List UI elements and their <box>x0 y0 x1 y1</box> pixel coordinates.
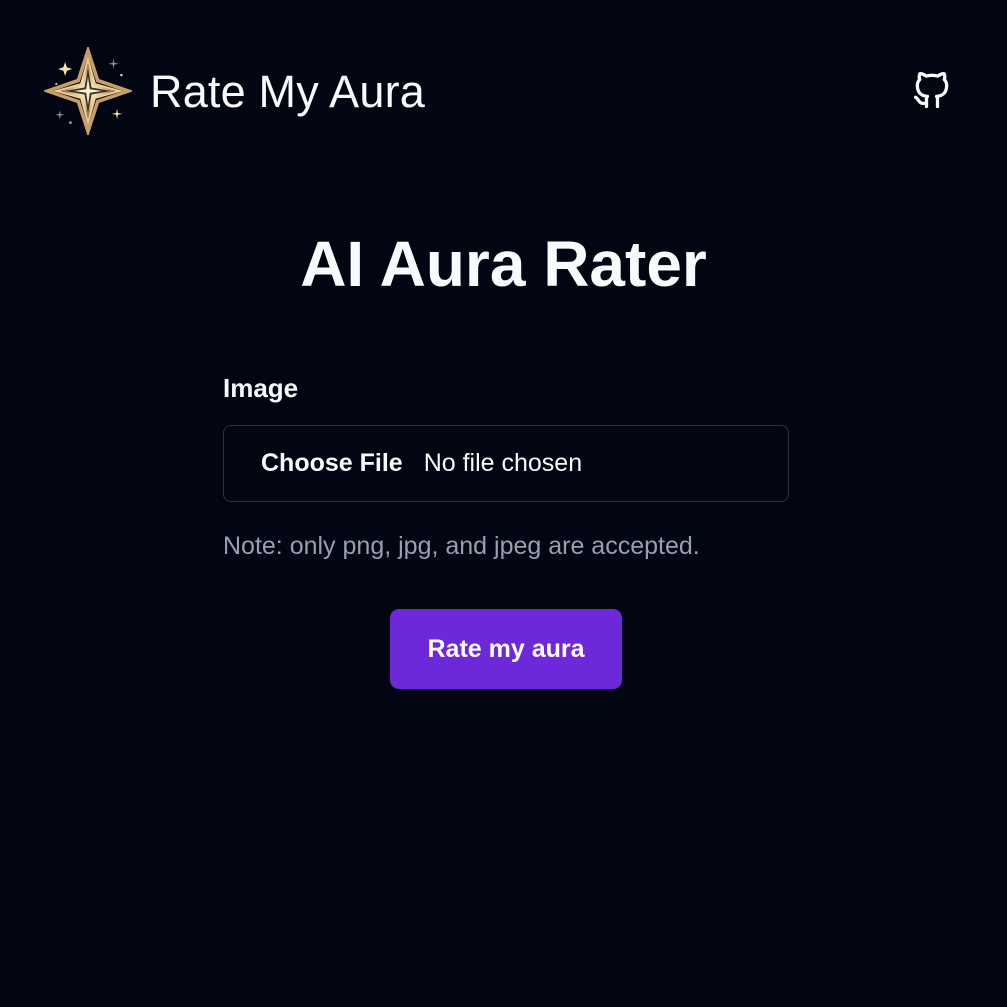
aura-upload-form: Image Choose File No file chosen Note: o… <box>223 370 789 563</box>
file-status: No file chosen <box>423 449 583 477</box>
home-link[interactable]: Rate My Aura <box>44 46 425 136</box>
choose-file-button[interactable]: Choose File <box>261 449 403 478</box>
github-icon <box>913 71 949 109</box>
accepted-formats-note: Note: only png, jpg, and jpeg are accept… <box>223 532 700 560</box>
rate-my-aura-button[interactable]: Rate my aura <box>390 609 622 689</box>
brand-name: Rate My Aura <box>150 65 426 117</box>
aura-star-logo-icon <box>44 47 132 135</box>
github-link[interactable] <box>908 66 956 114</box>
page-title: AI Aura Rater <box>300 228 707 300</box>
image-file-input[interactable]: Choose File No file chosen <box>223 425 789 502</box>
site-header: Rate My Aura <box>0 0 1007 185</box>
image-label: Image <box>223 373 299 403</box>
